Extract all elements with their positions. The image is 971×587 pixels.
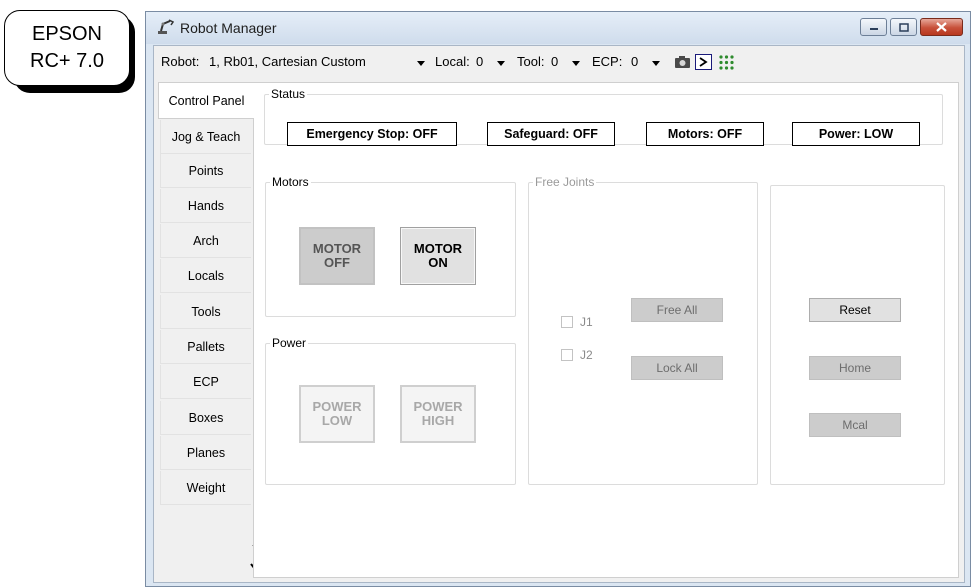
motor-on-line1: MOTOR (413, 241, 463, 256)
motor-off-line2: OFF (324, 255, 350, 270)
badge-line-1: EPSON (31, 23, 103, 45)
epson-badge: EPSON RC+ 7.0 (4, 10, 130, 86)
motors-legend: Motors (272, 175, 309, 189)
reset-button[interactable]: Reset (809, 298, 901, 322)
motor-off-button[interactable]: MOTOR OFF (299, 227, 375, 285)
local-label: Local: (435, 54, 470, 69)
actions-group: Reset Home Mcal (770, 185, 945, 485)
ecp-select[interactable]: 0 (631, 54, 638, 69)
tab-boxes[interactable]: Boxes (160, 401, 251, 435)
dots-grid-icon[interactable] (718, 54, 735, 71)
tab-planes[interactable]: Planes (160, 436, 251, 470)
tab-hands[interactable]: Hands (160, 189, 251, 223)
tool-label: Tool: (517, 54, 545, 69)
local-dropdown-arrow-icon[interactable] (497, 61, 505, 66)
window-title: Robot Manager (180, 20, 277, 36)
status-group: Status Emergency Stop: OFF Safeguard: OF… (264, 87, 943, 146)
motors-group: Motors MOTOR OFF MOTOR ON (265, 175, 516, 317)
robot-select[interactable]: 1, Rb01, Cartesian Custom (209, 54, 366, 69)
control-panel-tab-content: Status Emergency Stop: OFF Safeguard: OF… (253, 82, 959, 578)
j2-checkbox[interactable] (561, 349, 573, 361)
camera-icon[interactable] (674, 55, 691, 69)
tab-points[interactable]: Points (160, 154, 251, 188)
close-button[interactable] (920, 18, 963, 36)
status-legend: Status (271, 87, 306, 101)
j1-checkbox[interactable] (561, 316, 573, 328)
power-high-line1: POWER (413, 399, 463, 414)
ecp-label: ECP: (592, 54, 623, 69)
emergency-stop-status: Emergency Stop: OFF (287, 122, 457, 146)
robot-dropdown-arrow-icon[interactable] (417, 61, 425, 66)
j1-label: J1 (580, 315, 593, 329)
tab-locals[interactable]: Locals (160, 259, 251, 293)
maximize-icon (898, 22, 909, 32)
motor-off-line1: MOTOR (312, 241, 362, 256)
power-high-button[interactable]: POWER HIGH (400, 385, 476, 443)
power-high-line2: HIGH (421, 413, 455, 428)
tab-arch[interactable]: Arch (160, 224, 251, 258)
motor-on-line2: ON (428, 255, 448, 270)
local-select[interactable]: 0 (476, 54, 483, 69)
mcal-button[interactable]: Mcal (809, 413, 901, 437)
j2-label: J2 (580, 348, 593, 362)
robot-manager-window: Robot Manager Robot: 1, Rb01, Cartesian … (145, 11, 971, 587)
robot-label: Robot: (161, 54, 200, 69)
power-status: Power: LOW (792, 122, 920, 146)
power-low-line2: LOW (321, 413, 353, 428)
tool-select[interactable]: 0 (551, 54, 558, 69)
minimize-button[interactable] (860, 18, 887, 36)
motor-on-button[interactable]: MOTOR ON (400, 227, 476, 285)
power-group: Power POWER LOW POWER HIGH (265, 336, 516, 485)
minimize-icon (869, 28, 878, 30)
terminal-icon[interactable] (695, 54, 712, 70)
free-all-button[interactable]: Free All (631, 298, 723, 322)
close-icon (936, 22, 947, 32)
client-area: Robot: 1, Rb01, Cartesian Custom Local: … (153, 45, 965, 583)
lock-all-button[interactable]: Lock All (631, 356, 723, 380)
title-bar[interactable]: Robot Manager (146, 12, 970, 44)
home-button[interactable]: Home (809, 356, 901, 380)
free-joints-legend: Free Joints (535, 175, 595, 189)
free-joints-group: Free Joints J1 J2 Free All Lock All (528, 175, 758, 485)
tab-control-panel[interactable]: Control Panel (158, 82, 254, 119)
maximize-button[interactable] (890, 18, 917, 36)
motors-status: Motors: OFF (646, 122, 764, 146)
ecp-dropdown-arrow-icon[interactable] (652, 61, 660, 66)
tab-weight[interactable]: Weight (160, 471, 251, 505)
tab-pallets[interactable]: Pallets (160, 330, 251, 364)
power-legend: Power (272, 336, 307, 350)
tab-jog-teach[interactable]: Jog & Teach (160, 120, 251, 154)
robot-arm-icon (158, 19, 174, 34)
tab-tools[interactable]: Tools (160, 295, 251, 329)
tab-ecp[interactable]: ECP (160, 365, 251, 399)
power-low-line1: POWER (312, 399, 362, 414)
power-low-button[interactable]: POWER LOW (299, 385, 375, 443)
safeguard-status: Safeguard: OFF (487, 122, 615, 146)
badge-line-2: RC+ 7.0 (30, 50, 104, 72)
tool-dropdown-arrow-icon[interactable] (572, 61, 580, 66)
